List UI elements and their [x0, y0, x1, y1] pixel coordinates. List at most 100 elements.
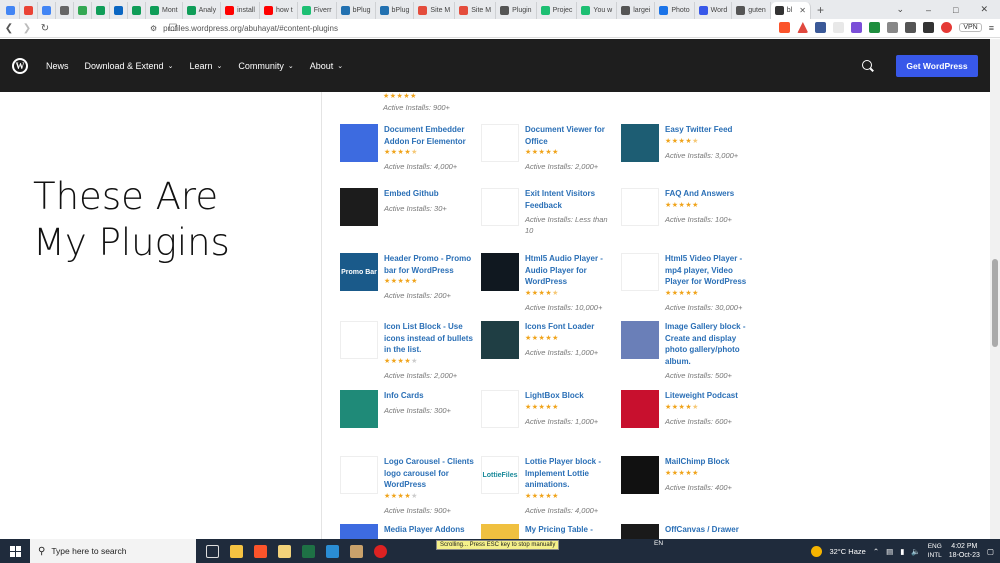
browser-tab[interactable] — [2, 2, 20, 19]
plugin-name-link[interactable]: Lottie Player block - Implement Lottie a… — [525, 456, 616, 491]
plugin-card[interactable]: Document Embedder Addon For Elementor ★★★… — [340, 124, 475, 172]
icon-list-icon[interactable] — [340, 321, 378, 359]
address-bar[interactable]: ⚙ profiles.wordpress.org/abuhayat/#conte… — [150, 21, 690, 36]
document-embedder-icon[interactable] — [340, 124, 378, 162]
lottie-icon[interactable]: LottieFiles — [481, 456, 519, 494]
browser-tab[interactable] — [56, 2, 74, 19]
video-player-icon[interactable] — [621, 253, 659, 291]
logo-carousel-icon[interactable] — [340, 456, 378, 494]
vpn-button[interactable]: VPN — [959, 23, 982, 32]
browser-tab[interactable] — [128, 2, 146, 19]
weather-text[interactable]: 32°C Haze — [829, 547, 865, 556]
offcanvas-icon[interactable] — [621, 524, 659, 539]
browser-tab[interactable]: Plugin — [496, 2, 537, 19]
plugin-name-link[interactable]: Media Player Addons — [384, 524, 475, 536]
plugin-card[interactable]: Easy Twitter Feed ★★★★★ Active Installs: 3… — [621, 124, 756, 162]
plugin-name-link[interactable]: Icon List Block - Use icons instead of b… — [384, 321, 475, 356]
browser-tab[interactable]: Photo — [655, 2, 695, 19]
notification-icon[interactable] — [941, 22, 953, 33]
extension-icon[interactable] — [851, 22, 863, 33]
browser-tab[interactable]: bl ✕ — [770, 2, 811, 19]
plugin-name-link[interactable]: Document Viewer for Office — [525, 124, 616, 147]
nav-item-about[interactable]: About ⌄ — [310, 61, 343, 71]
browser-tab[interactable]: Word — [695, 2, 733, 19]
url-text[interactable]: profiles.wordpress.org/abuhayat/#content… — [163, 24, 338, 33]
pricing-table-icon[interactable] — [481, 524, 519, 539]
plugin-card[interactable]: LightBox Block ★★★★★ Active Installs: 1,00… — [481, 390, 616, 428]
plugin-name-link[interactable]: Document Embedder Addon For Elementor — [384, 124, 475, 147]
browser-tab[interactable]: Projec — [537, 2, 578, 19]
close-icon[interactable]: ✕ — [980, 4, 988, 15]
nav-item-download-extend[interactable]: Download & Extend ⌄ — [85, 61, 174, 71]
browser-tab[interactable] — [38, 2, 56, 19]
plugin-name-link[interactable]: OffCanvas / Drawer — [665, 524, 756, 536]
brave-icon[interactable] — [254, 544, 267, 558]
chevron-up-icon[interactable]: ⌃ — [873, 547, 879, 556]
new-tab-button[interactable]: + — [811, 3, 830, 17]
reload-icon[interactable]: ↻ — [36, 23, 54, 34]
task-view-icon[interactable] — [206, 544, 219, 558]
nav-item-community[interactable]: Community ⌄ — [238, 61, 293, 71]
exit-intent-icon[interactable] — [481, 188, 519, 226]
info-cards-icon[interactable] — [340, 390, 378, 428]
browser-tab[interactable] — [92, 2, 110, 19]
faq-icon[interactable] — [621, 188, 659, 226]
sidebar-icon[interactable] — [923, 22, 935, 33]
get-wordpress-button[interactable]: Get WordPress — [896, 55, 978, 77]
taskbar-search[interactable]: ⚲ Type here to search — [30, 539, 196, 563]
github-icon[interactable] — [340, 188, 378, 226]
page-scrollbar[interactable] — [990, 39, 1000, 539]
menu-icon[interactable]: ≡ — [989, 23, 994, 33]
browser-tab[interactable]: Mont — [146, 2, 183, 19]
app-icon[interactable] — [326, 544, 339, 558]
clock[interactable]: 4:02 PM 18-Oct-23 — [949, 542, 980, 560]
browser-tab[interactable]: Site M — [414, 2, 456, 19]
plugin-card[interactable]: Logo Carousel - Clients logo carousel fo… — [340, 456, 475, 516]
keyboard-layout[interactable]: ENG INTL — [928, 542, 942, 560]
browser-tab[interactable]: how t — [260, 2, 298, 19]
podcast-icon[interactable] — [621, 390, 659, 428]
plugin-card[interactable]: Media Player Addons — [340, 524, 475, 539]
plugin-card[interactable]: LottieFiles Lottie Player block - Impleme… — [481, 456, 616, 516]
plugin-name-link[interactable]: Logo Carousel - Clients logo carousel fo… — [384, 456, 475, 491]
plugin-card[interactable]: My Pricing Table - — [481, 524, 616, 539]
document-viewer-icon[interactable] — [481, 124, 519, 162]
browser-tab[interactable]: install — [221, 2, 260, 19]
screen-recorder-icon[interactable] — [374, 544, 387, 558]
battery-icon[interactable]: ▮ — [900, 547, 904, 556]
plugin-name-link[interactable]: FAQ And Answers — [665, 188, 756, 200]
drive-icon[interactable] — [869, 22, 881, 33]
chevron-down-icon[interactable]: ⌄ — [896, 4, 904, 15]
plugin-card[interactable]: Document Viewer for Office ★★★★★ Active In… — [481, 124, 616, 172]
start-button[interactable] — [0, 545, 30, 557]
promo-bar-icon[interactable]: Promo Bar — [340, 253, 378, 291]
lightbox-icon[interactable] — [481, 390, 519, 428]
tab-close-icon[interactable]: ✕ — [799, 6, 806, 15]
plugin-card[interactable]: Html5 Audio Player - Audio Player for Wo… — [481, 253, 616, 313]
file-explorer-icon[interactable] — [230, 544, 243, 558]
plugin-card[interactable]: Html5 Video Player - mp4 player, Video P… — [621, 253, 756, 313]
plugin-name-link[interactable]: Image Gallery block - Create and display… — [665, 321, 756, 367]
search-icon[interactable] — [862, 60, 872, 70]
plugin-name-link[interactable]: Icons Font Loader — [525, 321, 616, 333]
plugin-name-link[interactable]: Html5 Audio Player - Audio Player for Wo… — [525, 253, 616, 288]
scrollbar-thumb[interactable] — [992, 259, 998, 347]
browser-tab[interactable] — [110, 2, 128, 19]
plugin-card[interactable]: Image Gallery block - Create and display… — [621, 321, 756, 381]
browser-tab[interactable]: bPlug — [376, 2, 415, 19]
plugin-card[interactable]: Promo Bar Header Promo - Promo bar for Wo… — [340, 253, 475, 301]
plugin-name-link[interactable]: Easy Twitter Feed — [665, 124, 756, 136]
mailchimp-icon[interactable] — [621, 456, 659, 494]
browser-tab[interactable]: largei — [617, 2, 656, 19]
site-info-icon[interactable]: ⚙ — [150, 24, 157, 33]
plugin-name-link[interactable]: Html5 Video Player - mp4 player, Video P… — [665, 253, 756, 288]
plugin-card[interactable]: Embed Github Active Installs: 30+ — [340, 188, 475, 226]
browser-tab[interactable]: Site M — [455, 2, 497, 19]
nav-item-learn[interactable]: Learn ⌄ — [189, 61, 222, 71]
notifications-icon[interactable]: ▢ — [987, 547, 994, 556]
twitter-feed-icon[interactable] — [621, 124, 659, 162]
minimize-icon[interactable]: – — [926, 5, 931, 15]
plugin-card[interactable]: FAQ And Answers ★★★★★ Active Installs: 100… — [621, 188, 756, 226]
plugin-name-link[interactable]: My Pricing Table - — [525, 524, 616, 536]
network-icon[interactable]: ▤ — [886, 547, 893, 556]
